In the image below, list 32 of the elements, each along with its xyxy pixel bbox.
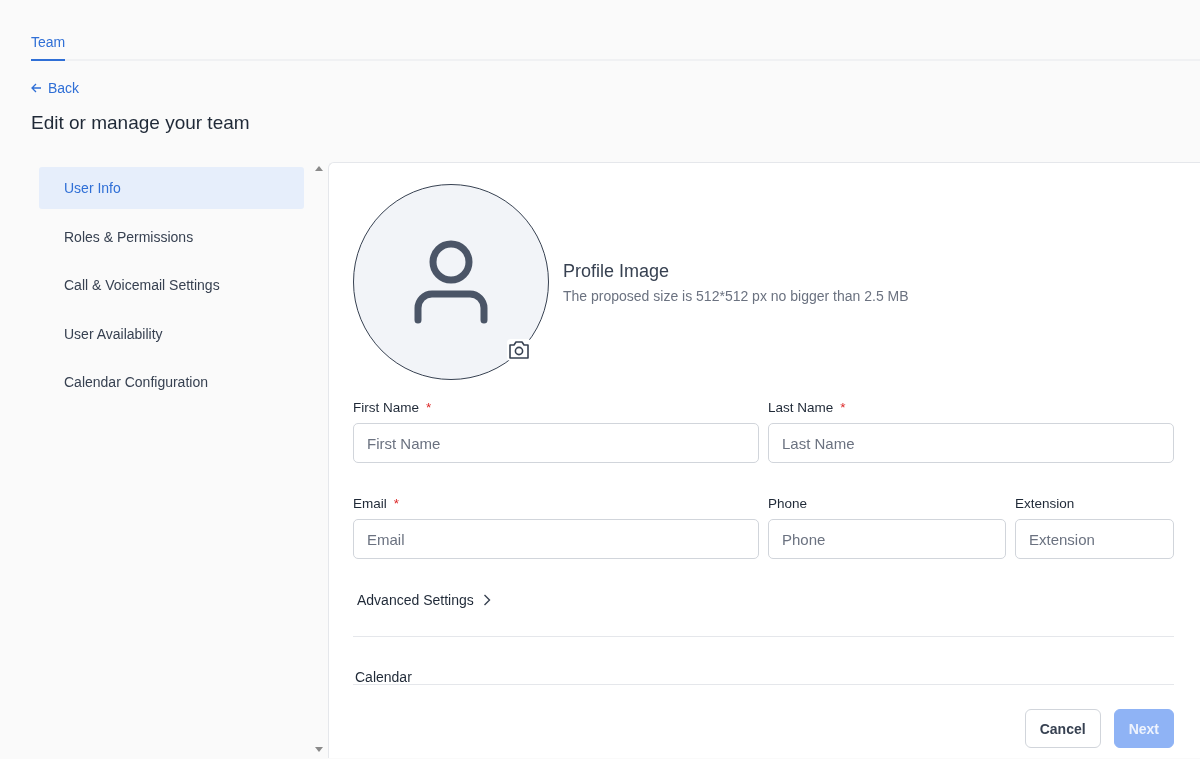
sidebar-item[interactable]: User Availability <box>39 312 304 355</box>
field-label: Extension <box>1015 496 1075 511</box>
chevron-right-icon <box>482 594 491 606</box>
camera-icon[interactable] <box>507 339 531 361</box>
arrow-left-icon <box>31 83 42 93</box>
advanced-settings-toggle[interactable]: Advanced Settings <box>353 592 491 608</box>
field-label: First Name <box>353 400 419 415</box>
input-field[interactable]: Extension <box>1015 519 1174 559</box>
cancel-button[interactable]: Cancel <box>1024 709 1101 748</box>
input-field[interactable]: Email <box>353 519 759 559</box>
scroll-down-icon[interactable] <box>315 747 323 752</box>
field-label: Email <box>353 496 387 511</box>
input-field[interactable]: Phone <box>768 519 1006 559</box>
field-label: Phone <box>768 496 808 511</box>
page-title: Edit or manage your team <box>31 112 251 134</box>
profile-image-title: Profile Image <box>563 260 671 282</box>
profile-image-hint: The proposed size is 512*512 px no bigger than 2.5 MB <box>563 287 909 304</box>
input-field[interactable]: First Name <box>353 423 759 463</box>
required-marker: * <box>393 496 400 511</box>
input-field[interactable]: Last Name <box>768 423 1174 463</box>
tab[interactable]: Team <box>31 34 66 61</box>
required-marker: * <box>426 400 432 415</box>
scroll-up-icon[interactable] <box>315 166 323 171</box>
calendar-section-heading: Calendar <box>353 671 1174 685</box>
back-link[interactable]: Back <box>31 80 80 96</box>
sidebar-item[interactable]: User Info <box>39 167 304 209</box>
sidebar-item[interactable]: Call & Voicemail Settings <box>39 264 304 306</box>
sidebar-item[interactable]: Calendar Configuration <box>39 361 304 403</box>
field-label: Last Name <box>768 400 834 415</box>
sidebar-item[interactable]: Roles & Permissions <box>39 215 304 258</box>
required-marker: * <box>840 400 846 415</box>
person-icon <box>414 240 488 324</box>
